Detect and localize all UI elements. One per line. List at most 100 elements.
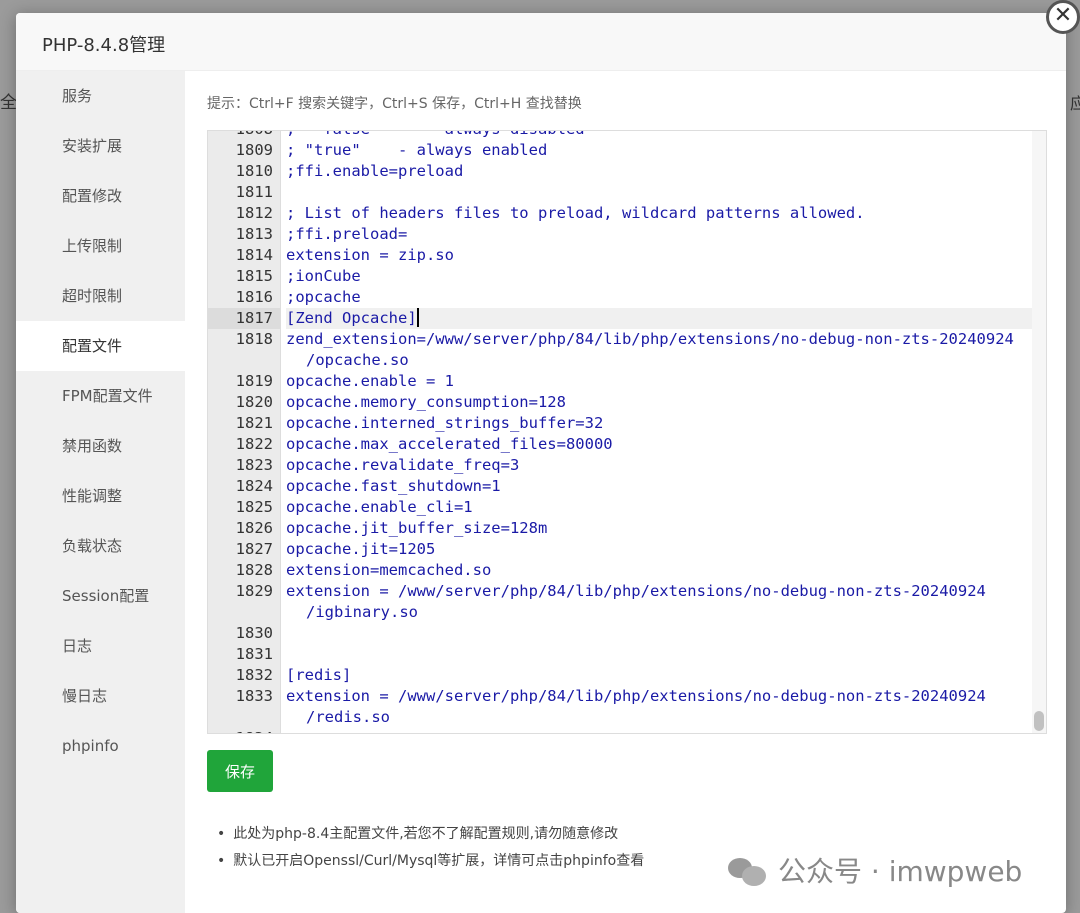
code-text-main: ;ionCube: [286, 267, 361, 285]
code-text-main: opcache.jit=1205: [286, 540, 436, 558]
line-number: 1814: [235, 246, 273, 264]
sidebar-item[interactable]: Session配置: [16, 571, 185, 621]
code-line[interactable]: 1814 extension = zip.so: [208, 245, 1032, 266]
sidebar-item[interactable]: 负载状态: [16, 521, 185, 571]
code-line[interactable]: 1815 ;ionCube: [208, 266, 1032, 287]
code-text-main: [Zend Opcache]: [286, 309, 417, 327]
code-line[interactable]: 1818 zend_extension=/www/server/php/84/li…: [208, 329, 1032, 371]
php-management-modal: PHP-8.4.8管理 服务 安装扩展 配置修改 上传限制 超时限制 配置文件 FPM配置文…: [16, 13, 1066, 913]
line-number: 1815: [235, 267, 273, 285]
code-line[interactable]: 1834: [208, 728, 1032, 733]
sidebar-item[interactable]: phpinfo: [16, 721, 185, 771]
close-icon[interactable]: ✕: [1046, 0, 1080, 34]
code-text[interactable]: [286, 182, 1032, 203]
code-line[interactable]: 1817 [Zend Opcache]: [208, 308, 1032, 329]
code-text[interactable]: ;ffi.preload=: [286, 224, 1032, 245]
code-line[interactable]: 1824 opcache.fast_shutdown=1: [208, 476, 1032, 497]
code-text[interactable]: opcache.memory_consumption=128: [286, 392, 1032, 413]
code-text[interactable]: opcache.enable = 1: [286, 371, 1032, 392]
code-text[interactable]: ; "true" - always enabled: [286, 140, 1032, 161]
code-text[interactable]: extension = zip.so: [286, 245, 1032, 266]
code-line[interactable]: 1829 extension = /www/server/php/84/lib/p…: [208, 581, 1032, 623]
code-line[interactable]: 1827 opcache.jit=1205: [208, 539, 1032, 560]
code-text[interactable]: opcache.jit_buffer_size=128m: [286, 518, 1032, 539]
code-text[interactable]: [286, 623, 1032, 644]
code-text[interactable]: ;ffi.enable=preload: [286, 161, 1032, 182]
line-number: 1822: [235, 435, 273, 453]
sidebar-item[interactable]: 配置文件: [16, 321, 185, 371]
code-text[interactable]: opcache.enable_cli=1: [286, 497, 1032, 518]
line-number: 1826: [235, 519, 273, 537]
line-number: 1824: [235, 477, 273, 495]
code-text[interactable]: [286, 728, 1032, 733]
code-line[interactable]: 1833 extension = /www/server/php/84/lib/p…: [208, 686, 1032, 728]
code-line[interactable]: 1808 ; "false" - always disabled: [208, 131, 1032, 140]
sidebar-item[interactable]: 配置修改: [16, 171, 185, 221]
sidebar-item[interactable]: 服务: [16, 71, 185, 121]
code-text[interactable]: opcache.jit=1205: [286, 539, 1032, 560]
code-line[interactable]: 1828 extension=memcached.so: [208, 560, 1032, 581]
code-text[interactable]: ;ionCube: [286, 266, 1032, 287]
code-line[interactable]: 1819 opcache.enable = 1: [208, 371, 1032, 392]
code-text[interactable]: ; List of headers files to preload, wild…: [286, 203, 1032, 224]
code-line[interactable]: 1813 ;ffi.preload=: [208, 224, 1032, 245]
code-line[interactable]: 1811: [208, 182, 1032, 203]
sidebar-item[interactable]: 日志: [16, 621, 185, 671]
code-text-main: ;opcache: [286, 288, 361, 306]
sidebar-item[interactable]: 超时限制: [16, 271, 185, 321]
sidebar-item[interactable]: 性能调整: [16, 471, 185, 521]
code-text[interactable]: opcache.revalidate_freq=3: [286, 455, 1032, 476]
code-line[interactable]: 1810 ;ffi.enable=preload: [208, 161, 1032, 182]
code-text[interactable]: ; "false" - always disabled: [286, 131, 1032, 140]
code-text-main: extension = zip.so: [286, 246, 454, 264]
code-text[interactable]: extension = /www/server/php/84/lib/php/e…: [286, 686, 1032, 728]
line-number: 1817: [208, 308, 281, 329]
code-text-main: zend_extension=/www/server/php/84/lib/ph…: [286, 330, 1014, 348]
code-text[interactable]: ;opcache: [286, 287, 1032, 308]
editor-scrollbar[interactable]: [1032, 131, 1046, 733]
code-line[interactable]: 1825 opcache.enable_cli=1: [208, 497, 1032, 518]
code-text[interactable]: opcache.max_accelerated_files=80000: [286, 434, 1032, 455]
code-line[interactable]: 1832 [redis]: [208, 665, 1032, 686]
code-line[interactable]: 1830: [208, 623, 1032, 644]
code-text-main: opcache.jit_buffer_size=128m: [286, 519, 548, 537]
code-line[interactable]: 1821 opcache.interned_strings_buffer=32: [208, 413, 1032, 434]
editor-lines[interactable]: 1808 ; "false" - always disabled 1809 ; "tr…: [208, 131, 1032, 733]
config-editor[interactable]: 1808 ; "false" - always disabled 1809 ; "tr…: [207, 130, 1047, 734]
code-line[interactable]: 1826 opcache.jit_buffer_size=128m: [208, 518, 1032, 539]
line-number: 1811: [235, 183, 273, 201]
sidebar-item[interactable]: 上传限制: [16, 221, 185, 271]
code-text[interactable]: opcache.fast_shutdown=1: [286, 476, 1032, 497]
code-line[interactable]: 1831: [208, 644, 1032, 665]
line-number: 1833: [235, 687, 273, 705]
line-number: 1819: [235, 372, 273, 390]
line-number: 1834: [208, 728, 281, 733]
code-text[interactable]: opcache.interned_strings_buffer=32: [286, 413, 1032, 434]
code-text-main: ;ffi.enable=preload: [286, 162, 464, 180]
code-line[interactable]: 1816 ;opcache: [208, 287, 1032, 308]
code-text[interactable]: [redis]: [286, 665, 1032, 686]
code-text[interactable]: [Zend Opcache]: [286, 308, 1032, 329]
code-line[interactable]: 1812 ; List of headers files to preload, …: [208, 203, 1032, 224]
scrollbar-thumb[interactable]: [1034, 711, 1044, 731]
line-number: 1808: [208, 131, 281, 140]
sidebar-item[interactable]: 慢日志: [16, 671, 185, 721]
code-text[interactable]: extension=memcached.so: [286, 560, 1032, 581]
code-line[interactable]: 1820 opcache.memory_consumption=128: [208, 392, 1032, 413]
line-number: 1828: [235, 561, 273, 579]
sidebar-item[interactable]: 安装扩展: [16, 121, 185, 171]
code-text[interactable]: [286, 644, 1032, 665]
code-line[interactable]: 1809 ; "true" - always enabled: [208, 140, 1032, 161]
line-number: 1830: [235, 624, 273, 642]
code-line[interactable]: 1823 opcache.revalidate_freq=3: [208, 455, 1032, 476]
sidebar-item[interactable]: FPM配置文件: [16, 371, 185, 421]
save-button[interactable]: 保存: [207, 750, 273, 792]
code-text-main: opcache.fast_shutdown=1: [286, 477, 501, 495]
code-text-main: opcache.memory_consumption=128: [286, 393, 566, 411]
code-text-main: opcache.enable_cli=1: [286, 498, 473, 516]
sidebar-item[interactable]: 禁用函数: [16, 421, 185, 471]
shortcut-tip: 提示：Ctrl+F 搜索关键字，Ctrl+S 保存，Ctrl+H 查找替换: [207, 96, 582, 112]
code-text[interactable]: extension = /www/server/php/84/lib/php/e…: [286, 581, 1032, 623]
code-text[interactable]: zend_extension=/www/server/php/84/lib/ph…: [286, 329, 1032, 371]
code-line[interactable]: 1822 opcache.max_accelerated_files=80000: [208, 434, 1032, 455]
